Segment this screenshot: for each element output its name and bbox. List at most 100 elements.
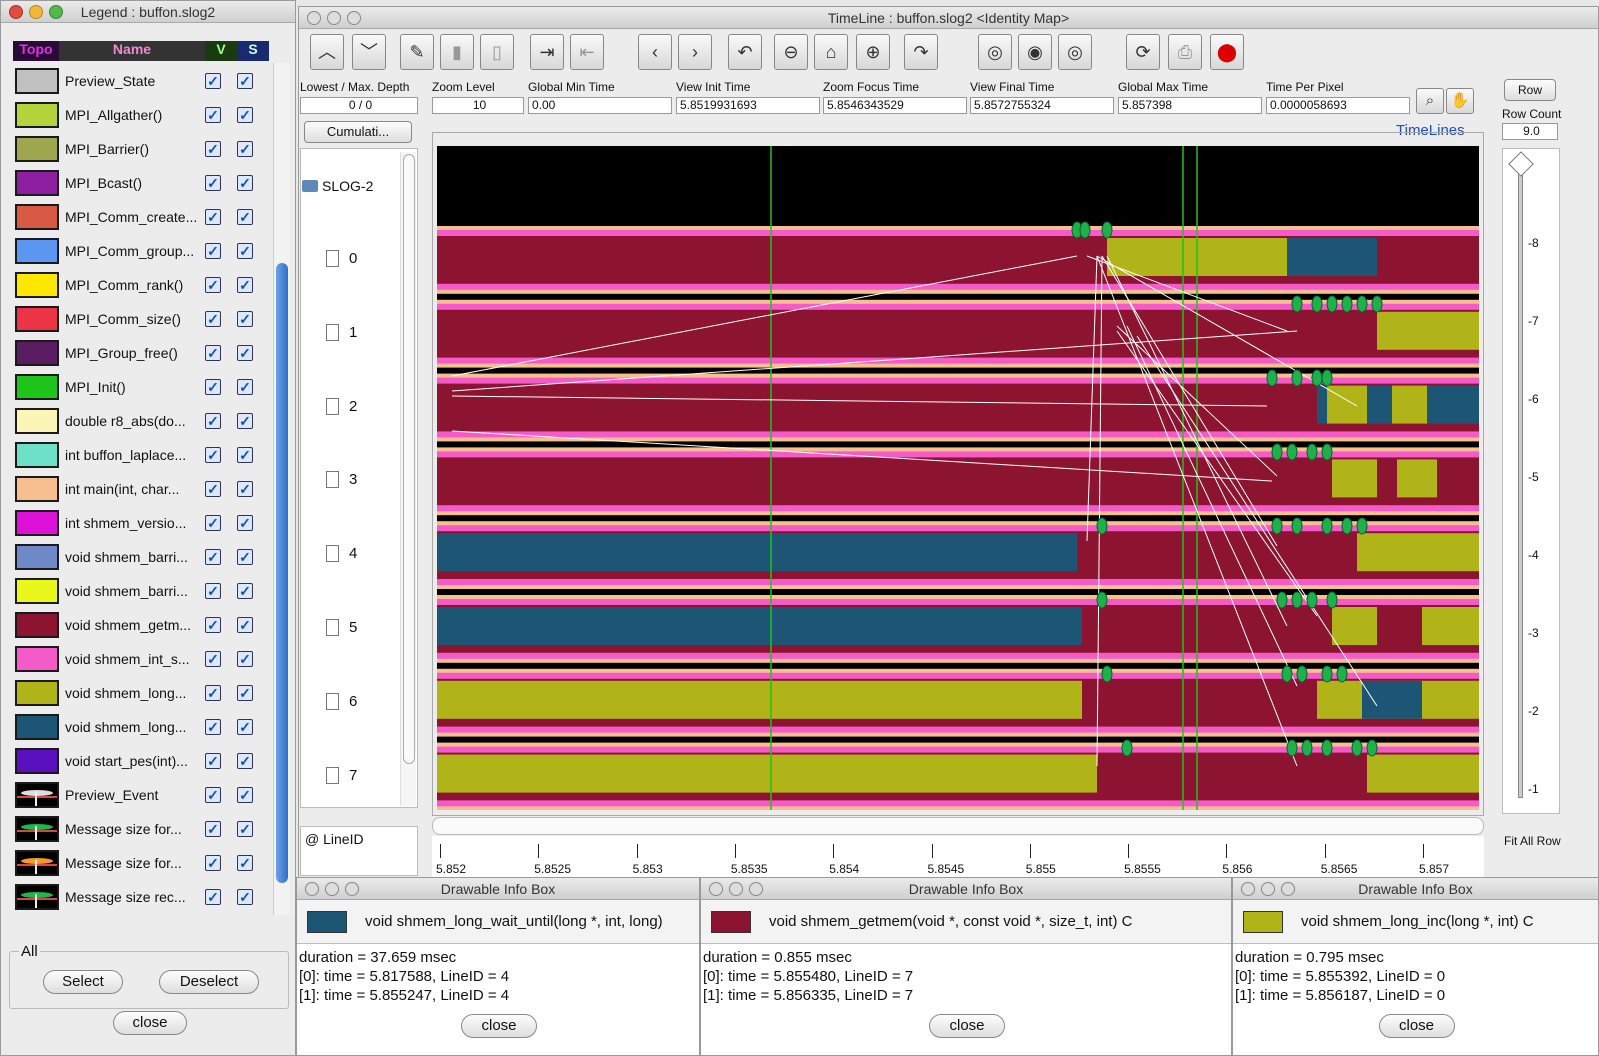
legend-item[interactable]: void start_pes(int)... ✓ ✓ [15, 745, 271, 777]
event-marker[interactable] [1321, 443, 1333, 461]
searchable-checkbox[interactable]: ✓ [237, 549, 253, 565]
row-button[interactable]: Row [1504, 79, 1556, 101]
expand-icon[interactable]: ⇥ [530, 34, 564, 70]
state-bar[interactable] [1367, 754, 1479, 793]
visible-checkbox[interactable]: ✓ [205, 413, 221, 429]
event-marker[interactable] [1306, 443, 1318, 461]
legend-item[interactable]: MPI_Allgather() ✓ ✓ [15, 99, 271, 131]
fit-all-rows-label[interactable]: Fit All Row [1504, 834, 1561, 848]
state-bar[interactable] [1287, 238, 1377, 276]
view-final-field[interactable]: 5.8572755324 [970, 97, 1114, 114]
zoom-window-icon[interactable] [49, 5, 63, 19]
searchable-checkbox[interactable]: ✓ [237, 107, 253, 123]
tree-scrollbar[interactable] [400, 152, 416, 806]
timeline-row-label[interactable]: 2 [326, 397, 357, 415]
info-box-close-button[interactable]: close [461, 1014, 537, 1038]
event-marker[interactable] [1341, 295, 1353, 313]
zoom-window-icon[interactable] [345, 882, 359, 896]
state-bar[interactable] [1362, 680, 1422, 719]
state-bar[interactable] [437, 680, 1082, 719]
state-bar[interactable] [1327, 385, 1367, 424]
visible-checkbox[interactable]: ✓ [205, 311, 221, 327]
searchable-checkbox[interactable]: ✓ [237, 787, 253, 803]
event-marker[interactable] [1296, 665, 1308, 683]
legend-color-swatch[interactable] [15, 340, 59, 366]
event-marker[interactable] [1291, 295, 1303, 313]
legend-color-swatch[interactable] [15, 68, 59, 94]
event-marker[interactable] [1291, 591, 1303, 609]
close-window-icon[interactable] [305, 882, 319, 896]
state-bar[interactable] [1332, 607, 1377, 645]
event-marker[interactable] [1356, 517, 1368, 535]
searchable-checkbox[interactable]: ✓ [237, 175, 253, 191]
collapse-icon[interactable]: ⇤ [570, 34, 604, 70]
timeline-row-label[interactable]: 4 [326, 545, 357, 563]
search-init-icon[interactable]: ◉ [1018, 34, 1052, 70]
legend-color-swatch[interactable] [15, 816, 59, 842]
legend-color-swatch[interactable] [15, 374, 59, 400]
global-max-field[interactable]: 5.857398 [1118, 97, 1262, 114]
info-box-close-button[interactable]: close [929, 1014, 1005, 1038]
state-bar[interactable] [437, 607, 1082, 645]
event-marker[interactable] [1336, 665, 1348, 683]
hand-icon[interactable]: ✋ [1446, 88, 1474, 114]
event-marker[interactable] [1366, 739, 1378, 757]
visible-checkbox[interactable]: ✓ [205, 107, 221, 123]
timeline-row-label[interactable]: 7 [326, 766, 357, 784]
topo-column-header[interactable]: Topo [13, 41, 59, 61]
searchable-checkbox[interactable]: ✓ [237, 617, 253, 633]
close-window-icon[interactable] [9, 5, 23, 19]
searchable-checkbox[interactable]: ✓ [237, 719, 253, 735]
legend-item[interactable]: int shmem_versio... ✓ ✓ [15, 507, 271, 539]
visible-checkbox[interactable]: ✓ [205, 73, 221, 89]
getmem-state-bar[interactable] [437, 457, 1479, 506]
row-count-field[interactable]: 9.0 [1502, 123, 1558, 140]
legend-item[interactable]: Message size for... ✓ ✓ [15, 847, 271, 879]
timeline-row-label[interactable]: 5 [326, 619, 357, 636]
state-bar[interactable] [1392, 385, 1427, 424]
event-marker[interactable] [1291, 517, 1303, 535]
event-marker[interactable] [1266, 369, 1278, 387]
legend-color-swatch[interactable] [15, 544, 59, 570]
legend-color-swatch[interactable] [15, 408, 59, 434]
legend-color-swatch[interactable] [15, 136, 59, 162]
searchable-checkbox[interactable]: ✓ [237, 651, 253, 667]
event-marker[interactable] [1079, 221, 1091, 239]
legend-color-swatch[interactable] [15, 714, 59, 740]
searchable-checkbox[interactable]: ✓ [237, 889, 253, 905]
legend-color-swatch[interactable] [15, 170, 59, 196]
timeline-row-label[interactable]: 0 [326, 250, 357, 267]
searchable-checkbox[interactable]: ✓ [237, 141, 253, 157]
clipboard-icon[interactable]: ▮ [440, 34, 474, 70]
legend-color-swatch[interactable] [15, 102, 59, 128]
legend-item[interactable]: void shmem_long... ✓ ✓ [15, 677, 271, 709]
visible-checkbox[interactable]: ✓ [205, 685, 221, 701]
legend-color-swatch[interactable] [15, 850, 59, 876]
print-icon[interactable]: ⎙ [1168, 34, 1202, 70]
legend-color-swatch[interactable] [15, 578, 59, 604]
legend-item[interactable]: void shmem_long... ✓ ✓ [15, 711, 271, 743]
legend-item[interactable]: MPI_Comm_create... ✓ ✓ [15, 201, 271, 233]
stop-icon[interactable]: ⬤ [1210, 34, 1244, 70]
visible-checkbox[interactable]: ✓ [205, 345, 221, 361]
searchable-checkbox[interactable]: ✓ [237, 243, 253, 259]
visible-checkbox[interactable]: ✓ [205, 243, 221, 259]
searchable-checkbox[interactable]: ✓ [237, 447, 253, 463]
event-marker[interactable] [1321, 739, 1333, 757]
legend-item[interactable]: int main(int, char... ✓ ✓ [15, 473, 271, 505]
visible-checkbox[interactable]: ✓ [205, 515, 221, 531]
state-bar[interactable] [437, 754, 1097, 793]
searchable-checkbox[interactable]: ✓ [237, 311, 253, 327]
legend-close-button[interactable]: close [113, 1011, 187, 1035]
event-marker[interactable] [1101, 221, 1113, 239]
legend-color-swatch[interactable] [15, 748, 59, 774]
legend-item[interactable]: MPI_Barrier() ✓ ✓ [15, 133, 271, 165]
legend-item[interactable]: Preview_Event ✓ ✓ [15, 779, 271, 811]
visible-checkbox[interactable]: ✓ [205, 753, 221, 769]
event-marker[interactable] [1271, 443, 1283, 461]
event-marker[interactable] [1321, 665, 1333, 683]
event-marker[interactable] [1286, 443, 1298, 461]
event-marker[interactable] [1321, 517, 1333, 535]
zoom-in-icon[interactable]: ⊕ [856, 34, 890, 70]
event-marker[interactable] [1096, 517, 1108, 535]
